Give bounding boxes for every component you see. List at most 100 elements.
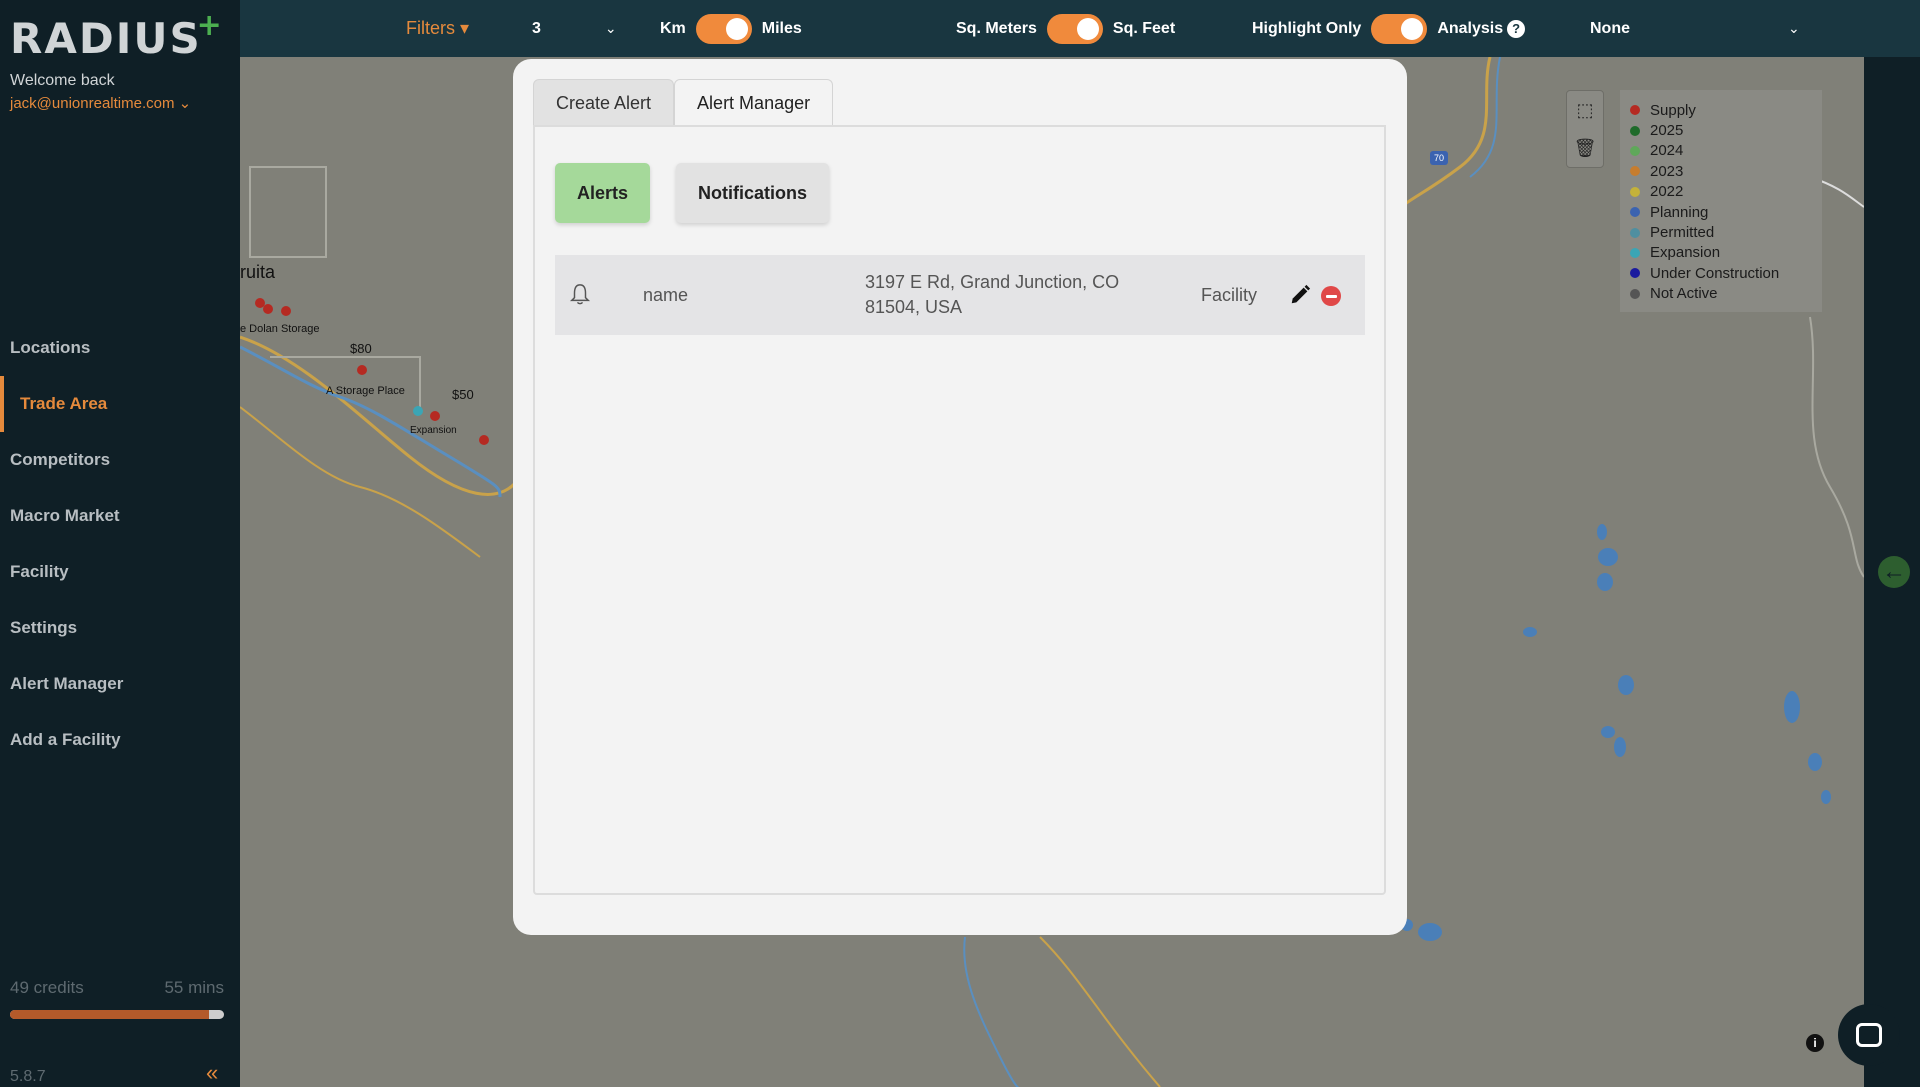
area-unit-toggle-group: Sq. Meters Sq. Feet [956, 0, 1175, 57]
area-unit-toggle[interactable] [1046, 13, 1103, 44]
alert-manager-modal: Create Alert Alert Manager Alerts Notifi… [513, 59, 1407, 935]
chevron-down-icon: ⌄ [604, 20, 617, 36]
minus-glyph [1325, 294, 1337, 298]
chat-support-button[interactable] [1838, 1004, 1900, 1066]
sidebar-item-locations[interactable]: Locations [0, 320, 240, 376]
radius-count-select[interactable]: 3 ⌄ [532, 0, 617, 57]
distance-unit-toggle-group: Km Miles [660, 0, 802, 57]
alert-view-buttons: Alerts Notifications [555, 163, 830, 223]
credits-progress-fill [10, 1010, 210, 1019]
legend-label: 2022 [1650, 183, 1684, 201]
legend-label: Supply [1650, 101, 1696, 119]
draw-shape-icon[interactable]: ⬚ [1567, 91, 1603, 129]
legend-item: Supply [1630, 100, 1812, 120]
filters-button[interactable]: Filters ▾ [406, 0, 469, 57]
legend-item: Permitted [1630, 222, 1812, 242]
sidebar-item-alert-manager[interactable]: Alert Manager [0, 656, 240, 712]
analysis-mode-select[interactable]: None ⌄ [1590, 0, 1800, 57]
analysis-label: Analysis [1437, 19, 1504, 37]
legend-dot [1630, 145, 1640, 156]
credits-count: 49 credits [10, 978, 84, 997]
top-toolbar: Filters ▾ 3 ⌄ Km Miles Sq. Meters Sq. Fe… [240, 0, 1920, 57]
arrow-left-icon[interactable]: ← [1878, 556, 1910, 588]
map-label-price-50: $50 [452, 387, 474, 402]
sidebar-item-macro-market[interactable]: Macro Market [0, 488, 240, 544]
legend-dot [1630, 288, 1640, 299]
legend-label: Permitted [1650, 224, 1715, 242]
tab-alert-manager[interactable]: Alert Manager [674, 79, 834, 126]
toggle-knob [1401, 17, 1424, 40]
sidebar-nav: Locations Trade Area Competitors Macro M… [0, 320, 240, 768]
legend-label: 2024 [1650, 142, 1684, 160]
help-icon[interactable]: ? [1507, 19, 1526, 38]
chat-icon [1856, 1023, 1882, 1047]
trash-icon[interactable]: 🗑 [1567, 129, 1603, 167]
notifications-button[interactable]: Notifications [676, 163, 830, 223]
chevron-down-icon: ⌄ [1788, 20, 1800, 36]
credits-row: 49 credits 55 mins [10, 978, 224, 998]
map-label-storage-place: A Storage Place [326, 385, 405, 397]
sidebar-item-settings[interactable]: Settings [0, 600, 240, 656]
user-email-dropdown[interactable]: jack@unionrealtime.com ⌄ [10, 94, 191, 112]
legend-item: 2023 [1630, 161, 1812, 181]
toggle-knob [1076, 17, 1099, 40]
info-icon[interactable]: i [1806, 1034, 1824, 1052]
sidebar: RADIUS + Welcome back jack@unionrealtime… [0, 0, 240, 1087]
bell-icon [569, 284, 591, 305]
sidebar-item-facility[interactable]: Facility [0, 544, 240, 600]
table-row: name 3197 E Rd, Grand Junction, CO 81504… [555, 255, 1365, 335]
legend-label: 2025 [1650, 122, 1684, 140]
collapse-sidebar-icon[interactable]: « [206, 1060, 218, 1086]
legend-dot [1630, 207, 1640, 218]
miles-label: Miles [761, 19, 802, 37]
sidebar-item-add-facility[interactable]: Add a Facility [0, 712, 240, 768]
distance-unit-toggle[interactable] [695, 13, 752, 44]
legend-label: Expansion [1650, 244, 1721, 262]
legend-item: 2022 [1630, 182, 1812, 202]
legend-item: Not Active [1630, 284, 1812, 304]
sidebar-item-trade-area[interactable]: Trade Area [0, 376, 240, 432]
remove-alert-icon[interactable] [1321, 286, 1341, 306]
pencil-icon[interactable] [1289, 284, 1311, 306]
legend-dot [1630, 105, 1640, 116]
map-label-highway: 70 [1434, 153, 1445, 163]
legend-label: Not Active [1650, 285, 1718, 303]
sidebar-item-competitors[interactable]: Competitors [0, 432, 240, 488]
app-version: 5.8.7 [10, 1068, 46, 1085]
legend-dot [1630, 227, 1640, 238]
legend-label: 2023 [1650, 162, 1684, 180]
alert-name: name [643, 284, 689, 305]
welcome-text: Welcome back [10, 72, 115, 89]
map-label-price-80: $80 [350, 341, 372, 356]
legend-dot [1630, 186, 1640, 197]
time-remaining: 55 mins [164, 978, 224, 997]
km-label: Km [660, 19, 686, 37]
legend-label: Under Construction [1650, 264, 1780, 282]
brand-name: RADIUS [10, 14, 202, 63]
highlight-toggle-group: Highlight Only Analysis ? [1252, 0, 1526, 57]
legend-dot [1630, 247, 1640, 258]
legend-item: Expansion [1630, 243, 1812, 263]
credits-progress-bar [10, 1010, 224, 1019]
legend-label: Planning [1650, 203, 1709, 221]
alert-manager-panel: Alerts Notifications name 3197 E Rd, Gra… [533, 125, 1386, 895]
legend-item: Under Construction [1630, 263, 1812, 283]
sq-meters-label: Sq. Meters [956, 19, 1037, 37]
brand-logo[interactable]: RADIUS + [10, 8, 222, 63]
map-label-dolan-storage: e Dolan Storage [240, 323, 320, 335]
map-draw-tools: ⬚ 🗑 [1566, 90, 1604, 168]
legend-dot [1630, 268, 1640, 279]
alerts-button[interactable]: Alerts [555, 163, 651, 223]
tab-create-alert[interactable]: Create Alert [533, 79, 675, 126]
alert-address: 3197 E Rd, Grand Junction, CO 81504, USA [865, 272, 1120, 317]
map-label-expansion: Expansion [410, 425, 457, 436]
modal-tabs: Create Alert Alert Manager [533, 79, 834, 126]
highlight-analysis-toggle[interactable] [1371, 13, 1428, 44]
toggle-knob [725, 17, 748, 40]
legend-item: Planning [1630, 202, 1812, 222]
brand-plus: + [196, 8, 224, 43]
map-legend: Supply 2025 2024 2023 2022 Planning Perm… [1620, 90, 1822, 312]
legend-item: 2024 [1630, 141, 1812, 161]
legend-item: 2025 [1630, 120, 1812, 140]
legend-dot [1630, 125, 1640, 136]
